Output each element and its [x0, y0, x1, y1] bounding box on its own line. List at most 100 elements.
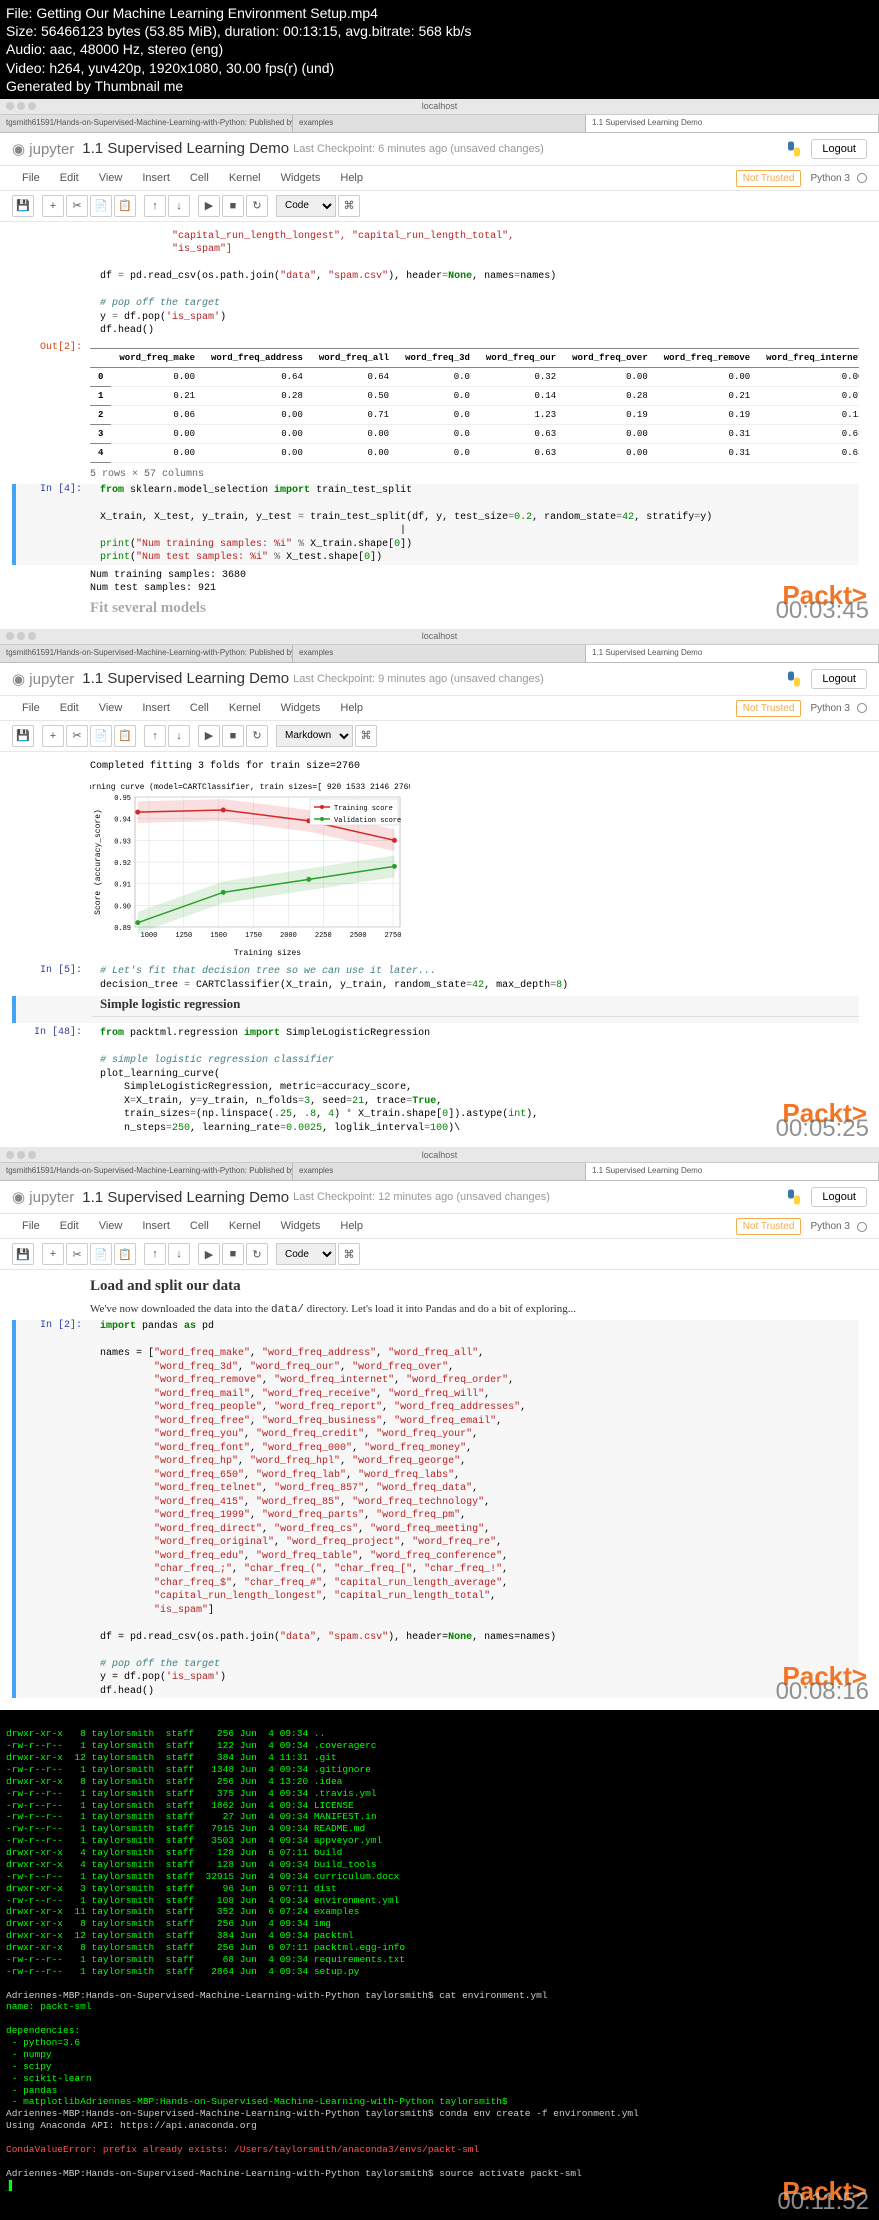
cut-icon[interactable]: ✂: [66, 1243, 88, 1265]
tab-notebook[interactable]: 1.1 Supervised Learning Demo: [586, 1163, 879, 1180]
up-icon[interactable]: ↑: [144, 725, 166, 747]
tab-notebook[interactable]: 1.1 Supervised Learning Demo: [586, 645, 879, 662]
save-icon[interactable]: 💾: [12, 725, 34, 747]
menu-file[interactable]: File: [12, 166, 50, 190]
copy-icon[interactable]: 📄: [90, 195, 112, 217]
svg-text:Learning curve (model=CARTClas: Learning curve (model=CARTClassifier, tr…: [90, 783, 410, 792]
not-trusted[interactable]: Not Trusted: [736, 170, 802, 187]
code-cell[interactable]: from packtml.regression import SimpleLog…: [90, 1027, 859, 1135]
run-icon[interactable]: ▶: [198, 195, 220, 217]
tab-notebook[interactable]: 1.1 Supervised Learning Demo: [586, 115, 879, 132]
menu-cell[interactable]: Cell: [180, 696, 219, 720]
stop-icon[interactable]: ■: [222, 195, 244, 217]
down-icon[interactable]: ↓: [168, 1243, 190, 1265]
menu-help[interactable]: Help: [330, 1214, 373, 1238]
nb-name[interactable]: 1.1 Supervised Learning Demo: [82, 670, 289, 687]
paste-icon[interactable]: 📋: [114, 1243, 136, 1265]
menu-help[interactable]: Help: [330, 696, 373, 720]
md-heading[interactable]: Simple logistic regression: [90, 996, 859, 1017]
terminal[interactable]: drwxr-xr-x 8 taylorsmith staff 256 Jun 4…: [0, 1710, 879, 2220]
up-icon[interactable]: ↑: [144, 195, 166, 217]
svg-text:2250: 2250: [315, 932, 332, 940]
cut-icon[interactable]: ✂: [66, 195, 88, 217]
celltype-select[interactable]: Code: [276, 195, 336, 217]
menu-cell[interactable]: Cell: [180, 166, 219, 190]
not-trusted[interactable]: Not Trusted: [736, 700, 802, 717]
md-text: We've now downloaded the data into the d…: [90, 1303, 859, 1316]
menu-widgets[interactable]: Widgets: [271, 696, 331, 720]
restart-icon[interactable]: ↻: [246, 1243, 268, 1265]
down-icon[interactable]: ↓: [168, 725, 190, 747]
copy-icon[interactable]: 📄: [90, 725, 112, 747]
restart-icon[interactable]: ↻: [246, 195, 268, 217]
menu-kernel[interactable]: Kernel: [219, 696, 271, 720]
logout-button[interactable]: Logout: [811, 1187, 867, 1207]
tab-examples[interactable]: examples: [293, 115, 586, 132]
stop-icon[interactable]: ■: [222, 725, 244, 747]
load-heading: Load and split our data: [90, 1278, 859, 1295]
restart-icon[interactable]: ↻: [246, 725, 268, 747]
menu-widgets[interactable]: Widgets: [271, 1214, 331, 1238]
tab-github[interactable]: tgsmith61591/Hands-on-Supervised-Machine…: [0, 645, 293, 662]
code-cell[interactable]: from sklearn.model_selection import trai…: [90, 484, 859, 565]
up-icon[interactable]: ↑: [144, 1243, 166, 1265]
cmd-palette-icon[interactable]: ⌘: [355, 725, 377, 747]
paste-icon[interactable]: 📋: [114, 195, 136, 217]
tab-examples[interactable]: examples: [293, 645, 586, 662]
code-cell[interactable]: import pandas as pd names = ["word_freq_…: [90, 1320, 859, 1698]
run-icon[interactable]: ▶: [198, 725, 220, 747]
code-cell[interactable]: "capital_run_length_longest", "capital_r…: [90, 230, 859, 338]
save-icon[interactable]: 💾: [12, 195, 34, 217]
svg-text:0.90: 0.90: [114, 904, 131, 912]
cmd-palette-icon[interactable]: ⌘: [338, 195, 360, 217]
menu-view[interactable]: View: [89, 696, 133, 720]
menu-edit[interactable]: Edit: [50, 1214, 89, 1238]
tab-github[interactable]: tgsmith61591/Hands-on-Supervised-Machine…: [0, 1163, 293, 1180]
menu-kernel[interactable]: Kernel: [219, 166, 271, 190]
menu-view[interactable]: View: [89, 1214, 133, 1238]
browser-chrome: localhost: [0, 1147, 879, 1163]
nb-name[interactable]: 1.1 Supervised Learning Demo: [82, 1189, 289, 1206]
menu-insert[interactable]: Insert: [132, 696, 180, 720]
prompt-in4: In [4]:: [20, 484, 90, 565]
run-icon[interactable]: ▶: [198, 1243, 220, 1265]
add-cell-icon[interactable]: +: [42, 1243, 64, 1265]
python-icon: [785, 1188, 803, 1206]
url: localhost: [422, 101, 458, 111]
copy-icon[interactable]: 📄: [90, 1243, 112, 1265]
stop-icon[interactable]: ■: [222, 1243, 244, 1265]
menu-kernel[interactable]: Kernel: [219, 1214, 271, 1238]
menu-help[interactable]: Help: [330, 166, 373, 190]
menu-file[interactable]: File: [12, 696, 50, 720]
menu-view[interactable]: View: [89, 166, 133, 190]
menu-file[interactable]: File: [12, 1214, 50, 1238]
fit-heading: Fit several models: [90, 600, 859, 617]
celltype-select[interactable]: Markdown: [276, 725, 353, 747]
celltype-select[interactable]: Code: [276, 1243, 336, 1265]
cut-icon[interactable]: ✂: [66, 725, 88, 747]
prompt: [20, 230, 90, 338]
svg-text:2000: 2000: [280, 932, 297, 940]
menu-insert[interactable]: Insert: [132, 1214, 180, 1238]
svg-text:1750: 1750: [245, 932, 262, 940]
menu-widgets[interactable]: Widgets: [271, 166, 331, 190]
cmd-palette-icon[interactable]: ⌘: [338, 1243, 360, 1265]
tab-github[interactable]: tgsmith61591/Hands-on-Supervised-Machine…: [0, 115, 293, 132]
menu-edit[interactable]: Edit: [50, 696, 89, 720]
logout-button[interactable]: Logout: [811, 669, 867, 689]
add-cell-icon[interactable]: +: [42, 195, 64, 217]
menu-cell[interactable]: Cell: [180, 1214, 219, 1238]
menu-edit[interactable]: Edit: [50, 166, 89, 190]
code-cell[interactable]: # Let's fit that decision tree so we can…: [90, 965, 859, 992]
save-icon[interactable]: 💾: [12, 1243, 34, 1265]
paste-icon[interactable]: 📋: [114, 725, 136, 747]
not-trusted[interactable]: Not Trusted: [736, 1218, 802, 1235]
svg-text:1500: 1500: [210, 932, 227, 940]
down-icon[interactable]: ↓: [168, 195, 190, 217]
logout-button[interactable]: Logout: [811, 139, 867, 159]
menu-insert[interactable]: Insert: [132, 166, 180, 190]
svg-text:2750: 2750: [385, 932, 402, 940]
nb-name[interactable]: 1.1 Supervised Learning Demo: [82, 140, 289, 157]
tab-examples[interactable]: examples: [293, 1163, 586, 1180]
add-cell-icon[interactable]: +: [42, 725, 64, 747]
